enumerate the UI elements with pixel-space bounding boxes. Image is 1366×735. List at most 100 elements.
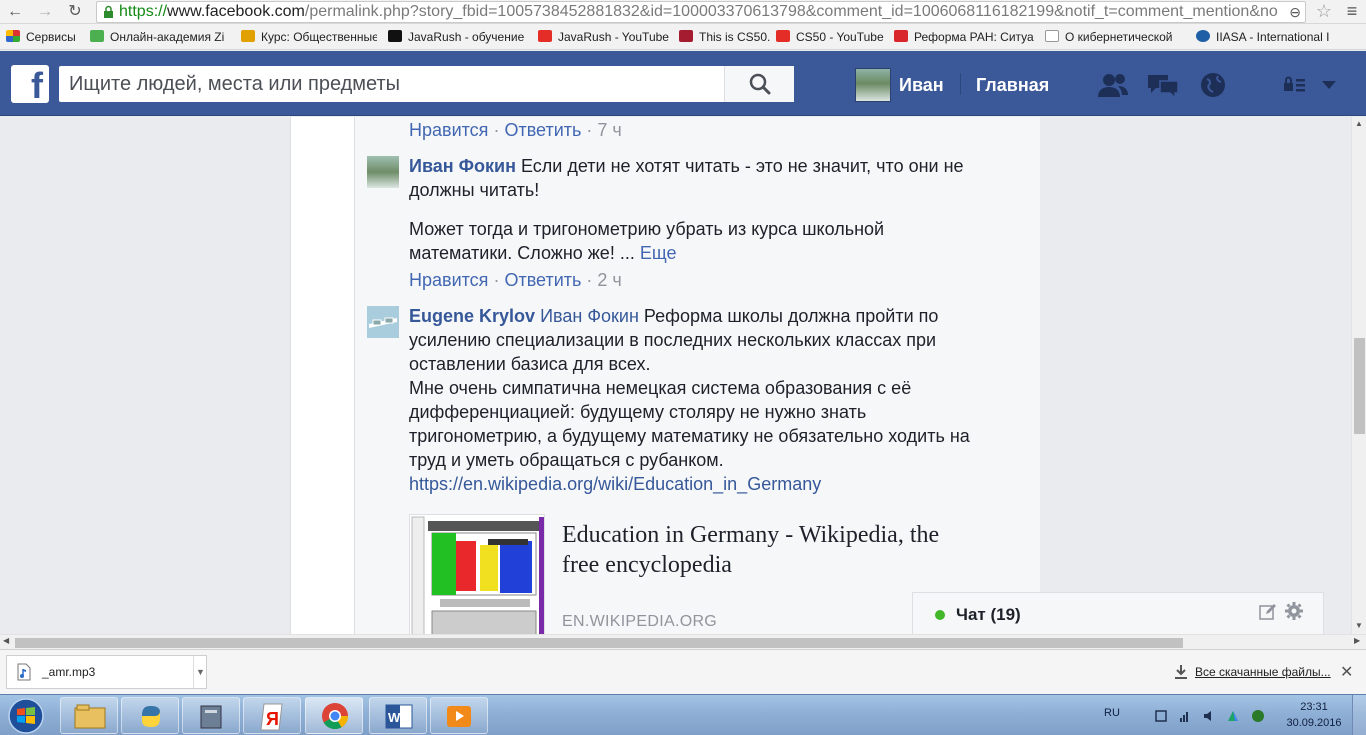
back-icon[interactable]: ← — [4, 1, 26, 23]
zoom-icon[interactable]: ⊖ — [1289, 2, 1301, 22]
chat-label: Чат (19) — [956, 605, 1021, 624]
scroll-down-icon[interactable]: ▼ — [1355, 621, 1363, 630]
bookmark-item[interactable]: IIASA - International I — [1196, 28, 1336, 46]
browser-toolbar: ← → ↻ https://www.facebook.com/permalink… — [0, 0, 1366, 24]
bookmark-item[interactable]: О кибернетической — [1045, 28, 1185, 46]
media-player-icon — [447, 706, 471, 727]
compose-icon[interactable] — [1259, 603, 1277, 621]
download-item[interactable]: _amr.mp3 ▼ — [6, 655, 207, 689]
bookmark-item[interactable]: JavaRush - обучение — [388, 28, 528, 46]
scroll-right-icon[interactable]: ▶ — [1354, 636, 1360, 645]
reply-link[interactable]: Ответить — [504, 270, 581, 290]
scrollbar-thumb[interactable] — [15, 638, 1183, 648]
comment-body-continued: Может тогда и тригонометрию убрать из ку… — [409, 217, 989, 265]
search-button[interactable] — [724, 66, 794, 102]
bookmark-item[interactable]: Реформа РАН: Ситуа — [894, 28, 1037, 46]
files-icon — [200, 705, 222, 729]
bookmark-favicon — [241, 30, 255, 42]
preview-domain: EN.WIKIPEDIA.ORG — [562, 613, 718, 630]
comment-body: Eugene Krylov Иван Фокин Реформа школы д… — [409, 304, 989, 496]
bookmark-item[interactable]: Онлайн-академия Zi — [90, 28, 230, 46]
language-indicator[interactable]: RU — [1104, 707, 1120, 719]
taskbar-chrome[interactable] — [305, 697, 363, 734]
svg-text:W: W — [388, 710, 401, 725]
reload-icon[interactable]: ↻ — [64, 1, 86, 23]
privacy-shortcuts-icon[interactable] — [1280, 71, 1308, 99]
user-name: Иван — [899, 75, 944, 95]
comment-author[interactable]: Иван Фокин — [409, 156, 516, 176]
search-input[interactable] — [59, 66, 665, 102]
like-link[interactable]: Нравится — [409, 270, 488, 290]
link-preview[interactable]: Education in Germany - Wikipedia, the fr… — [409, 514, 969, 634]
messages-icon[interactable] — [1146, 71, 1180, 100]
bookmark-item[interactable]: JavaRush - YouTube — [538, 28, 674, 46]
download-file-name: _amr.mp3 — [42, 665, 96, 679]
youtube-icon — [776, 30, 790, 42]
forward-icon[interactable]: → — [34, 1, 56, 23]
windows-start-icon — [8, 698, 44, 734]
horizontal-scrollbar[interactable]: ◀ ▶ — [0, 634, 1366, 649]
url-scheme: https:// — [119, 3, 168, 20]
comment-body: Иван Фокин Если дети не хотят читать - э… — [409, 154, 989, 202]
address-bar[interactable]: https://www.facebook.com/permalink.php?s… — [96, 1, 1306, 23]
gear-icon[interactable] — [1284, 601, 1304, 621]
close-icon[interactable]: ✕ — [1340, 662, 1353, 682]
wikipedia-link[interactable]: https://en.wikipedia.org/wiki/Education_… — [409, 474, 821, 494]
facebook-logo-icon[interactable]: f — [11, 65, 49, 103]
bookmark-item[interactable]: Сервисы — [6, 28, 86, 46]
friend-requests-icon[interactable] — [1096, 71, 1130, 99]
taskbar-player[interactable] — [430, 697, 488, 734]
harvard-shield-icon — [679, 30, 693, 42]
python-icon — [142, 706, 160, 727]
show-all-downloads-link[interactable]: Все скачанные файлы... — [1195, 665, 1331, 679]
vertical-scrollbar[interactable]: ▲ ▼ — [1351, 117, 1366, 634]
taskbar-python[interactable] — [121, 697, 179, 734]
taskbar-app[interactable] — [182, 697, 240, 734]
bookmarks-bar: Сервисы Онлайн-академия Zi Курс: Обществ… — [0, 24, 1366, 50]
commenter-avatar[interactable] — [367, 306, 399, 338]
notifications-globe-icon[interactable] — [1198, 71, 1232, 99]
downloads-shelf: _amr.mp3 ▼ Все скачанные файлы... ✕ — [0, 649, 1366, 694]
online-status-dot — [935, 610, 945, 620]
preview-thumbnail — [409, 514, 545, 634]
taskbar-yandex[interactable]: Я — [243, 697, 301, 734]
taskbar: Я W RU 23:31 30.09.2016 — [0, 694, 1366, 735]
bookmark-star-icon[interactable]: ☆ — [1312, 0, 1336, 24]
comment-actions: Нравится · Ответить · 2 ч — [409, 270, 622, 290]
scrollbar-thumb[interactable] — [1354, 338, 1365, 434]
home-link[interactable]: Главная — [976, 75, 1049, 96]
page-icon — [1045, 30, 1059, 42]
comment-author[interactable]: Eugene Krylov — [409, 306, 535, 326]
chevron-down-icon[interactable]: ▼ — [193, 656, 207, 688]
preview-title[interactable]: Education in Germany - Wikipedia, the fr… — [562, 520, 962, 580]
chat-tab[interactable]: Чат (19) — [912, 592, 1324, 634]
see-more-link[interactable]: Еще — [640, 243, 677, 263]
comment-time[interactable]: 7 ч — [597, 120, 621, 140]
start-button[interactable] — [4, 697, 48, 735]
show-desktop-button[interactable] — [1352, 695, 1366, 735]
clock[interactable]: 23:31 30.09.2016 — [1284, 699, 1344, 731]
mention-link[interactable]: Иван Фокин — [540, 306, 639, 326]
scroll-up-icon[interactable]: ▲ — [1355, 119, 1363, 128]
taskbar-word[interactable]: W — [369, 697, 427, 734]
folder-icon — [74, 704, 106, 729]
bookmark-item[interactable]: CS50 - YouTube — [776, 28, 886, 46]
reply-link[interactable]: Ответить — [504, 120, 581, 140]
browser-menu-icon[interactable]: ≡ — [1342, 0, 1362, 24]
bookmark-favicon — [388, 30, 402, 42]
tray-icons[interactable] — [1154, 708, 1274, 724]
bookmark-item[interactable]: This is CS50. — [679, 28, 771, 46]
comment-time[interactable]: 2 ч — [597, 270, 621, 290]
chevron-down-icon[interactable] — [1318, 71, 1340, 99]
taskbar-explorer[interactable] — [60, 697, 118, 734]
commenter-avatar[interactable] — [367, 156, 399, 188]
avatar — [855, 68, 891, 102]
bookmark-favicon — [90, 30, 104, 42]
scroll-left-icon[interactable]: ◀ — [3, 636, 9, 645]
bookmark-favicon — [1196, 30, 1210, 42]
bookmark-favicon — [894, 30, 908, 42]
clock-date: 30.09.2016 — [1286, 717, 1342, 729]
like-link[interactable]: Нравится — [409, 120, 488, 140]
bookmark-item[interactable]: Курс: Общественные — [241, 28, 377, 46]
apps-icon — [6, 30, 20, 42]
